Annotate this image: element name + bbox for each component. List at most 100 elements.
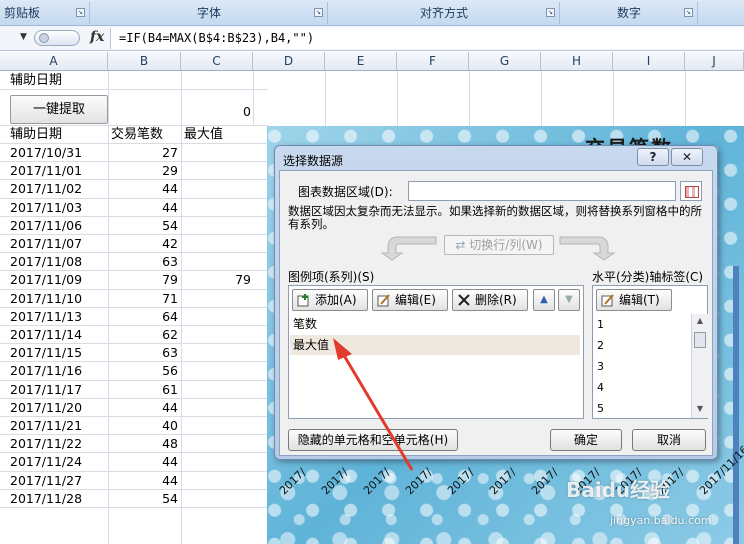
cell-max[interactable]	[181, 490, 251, 508]
cell-count[interactable]: 42	[108, 235, 178, 253]
header-max[interactable]: 最大值	[184, 126, 223, 144]
column-header-j[interactable]: J	[685, 52, 744, 71]
help-button[interactable]: ?	[637, 148, 669, 166]
cell-date[interactable]: 2017/11/22	[10, 435, 82, 453]
dialog-launcher-icon[interactable]: ↘	[76, 8, 85, 17]
cell-a1[interactable]: 辅助日期	[10, 72, 62, 90]
cell-date[interactable]: 2017/11/01	[10, 162, 82, 180]
cell-max[interactable]	[181, 199, 251, 217]
cell-date[interactable]: 2017/11/16	[10, 362, 82, 380]
chart-range-input[interactable]	[408, 181, 676, 201]
cell-count[interactable]: 54	[108, 490, 178, 508]
scroll-thumb[interactable]	[694, 332, 706, 348]
ok-button[interactable]: 确定	[550, 429, 622, 451]
cancel-button[interactable]: 取消	[632, 429, 706, 451]
cell-max[interactable]	[181, 144, 251, 162]
cell-date[interactable]: 2017/11/28	[10, 490, 82, 508]
cell-count[interactable]: 54	[108, 217, 178, 235]
cell-date[interactable]: 2017/11/24	[10, 453, 82, 471]
column-header-g[interactable]: G	[469, 52, 541, 71]
cell-max[interactable]	[181, 217, 251, 235]
cell-count[interactable]: 44	[108, 399, 178, 417]
series-item-selected[interactable]: 最大值	[290, 335, 580, 355]
column-header-i[interactable]: I	[613, 52, 685, 71]
cell-max[interactable]: 79	[181, 271, 251, 289]
cell-date[interactable]: 2017/11/03	[10, 199, 82, 217]
cell-max[interactable]	[181, 344, 251, 362]
ribbon-group-font[interactable]: 字体 ↘	[91, 2, 328, 24]
cell-max[interactable]	[181, 235, 251, 253]
cell-date[interactable]: 2017/11/27	[10, 472, 82, 490]
cell-count[interactable]: 61	[108, 381, 178, 399]
column-header-a[interactable]: A	[0, 52, 108, 71]
cell-date[interactable]: 2017/11/21	[10, 417, 82, 435]
cell-date[interactable]: 2017/11/07	[10, 235, 82, 253]
cell-date[interactable]: 2017/11/20	[10, 399, 82, 417]
switch-row-column-button[interactable]: ⇄ 切换行/列(W)	[444, 235, 554, 255]
edit-series-button[interactable]: 编辑(E)	[372, 289, 448, 311]
cell-count[interactable]: 64	[108, 308, 178, 326]
cell-c2[interactable]: 0	[181, 103, 251, 121]
column-header-f[interactable]: F	[397, 52, 469, 71]
cell-date[interactable]: 2017/11/02	[10, 180, 82, 198]
cell-max[interactable]	[181, 435, 251, 453]
cell-count[interactable]: 44	[108, 199, 178, 217]
cell-count[interactable]: 27	[108, 144, 178, 162]
category-scrollbar[interactable]: ▲ ▼	[691, 314, 708, 418]
extract-button[interactable]: 一键提取	[10, 95, 108, 124]
name-box-dropdown-icon[interactable]: ▼	[20, 32, 27, 42]
cell-count[interactable]: 62	[108, 326, 178, 344]
dialog-launcher-icon[interactable]: ↘	[546, 8, 555, 17]
cell-count[interactable]: 48	[108, 435, 178, 453]
cell-date[interactable]: 2017/11/13	[10, 308, 82, 326]
cell-date[interactable]: 2017/11/06	[10, 217, 82, 235]
column-header-h[interactable]: H	[541, 52, 613, 71]
column-header-b[interactable]: B	[108, 52, 181, 71]
chart-series-bar[interactable]	[733, 266, 739, 544]
cell-count[interactable]: 29	[108, 162, 178, 180]
ribbon-group-alignment[interactable]: 对齐方式 ↘	[329, 2, 560, 24]
cell-count[interactable]: 63	[108, 253, 178, 271]
column-header-c[interactable]: C	[181, 52, 253, 71]
move-down-icon[interactable]: ▼	[558, 289, 580, 311]
cell-date[interactable]: 2017/11/15	[10, 344, 82, 362]
cell-max[interactable]	[181, 417, 251, 435]
cell-max[interactable]	[181, 326, 251, 344]
formula-input[interactable]: =IF(B4=MAX(B$4:B$23),B4,"")	[110, 28, 744, 49]
dialog-launcher-icon[interactable]: ↘	[684, 8, 693, 17]
header-date[interactable]: 辅助日期	[10, 126, 62, 144]
add-series-button[interactable]: 添加(A)	[292, 289, 368, 311]
delete-series-button[interactable]: 删除(R)	[452, 289, 528, 311]
cell-date[interactable]: 2017/11/17	[10, 381, 82, 399]
scroll-down-icon[interactable]: ▼	[694, 404, 706, 416]
scroll-up-icon[interactable]: ▲	[694, 316, 706, 328]
cell-date[interactable]: 2017/11/09	[10, 271, 82, 289]
cell-max[interactable]	[181, 253, 251, 271]
cell-date[interactable]: 2017/11/14	[10, 326, 82, 344]
cell-max[interactable]	[181, 162, 251, 180]
ribbon-group-number[interactable]: 数字 ↘	[561, 2, 698, 24]
cell-max[interactable]	[181, 399, 251, 417]
dialog-launcher-icon[interactable]: ↘	[314, 8, 323, 17]
column-header-e[interactable]: E	[325, 52, 397, 71]
cell-max[interactable]	[181, 308, 251, 326]
series-item[interactable]: 笔数	[290, 314, 580, 334]
cell-count[interactable]: 44	[108, 180, 178, 198]
cell-count[interactable]: 79	[108, 271, 178, 289]
cell-max[interactable]	[181, 180, 251, 198]
formula-bar-expander[interactable]	[34, 30, 80, 46]
cell-count[interactable]: 71	[108, 290, 178, 308]
cell-max[interactable]	[181, 290, 251, 308]
cell-max[interactable]	[181, 453, 251, 471]
cell-count[interactable]: 40	[108, 417, 178, 435]
header-count[interactable]: 交易笔数	[111, 126, 163, 144]
cell-date[interactable]: 2017/11/10	[10, 290, 82, 308]
cell-max[interactable]	[181, 381, 251, 399]
cell-count[interactable]: 56	[108, 362, 178, 380]
cell-max[interactable]	[181, 362, 251, 380]
edit-axis-labels-button[interactable]: 编辑(T)	[596, 289, 672, 311]
insert-function-icon[interactable]: fx	[90, 29, 104, 45]
cell-date[interactable]: 2017/11/08	[10, 253, 82, 271]
column-header-d[interactable]: D	[253, 52, 325, 71]
category-list[interactable]: 1 2 3 4 5 ▲ ▼	[593, 314, 708, 418]
